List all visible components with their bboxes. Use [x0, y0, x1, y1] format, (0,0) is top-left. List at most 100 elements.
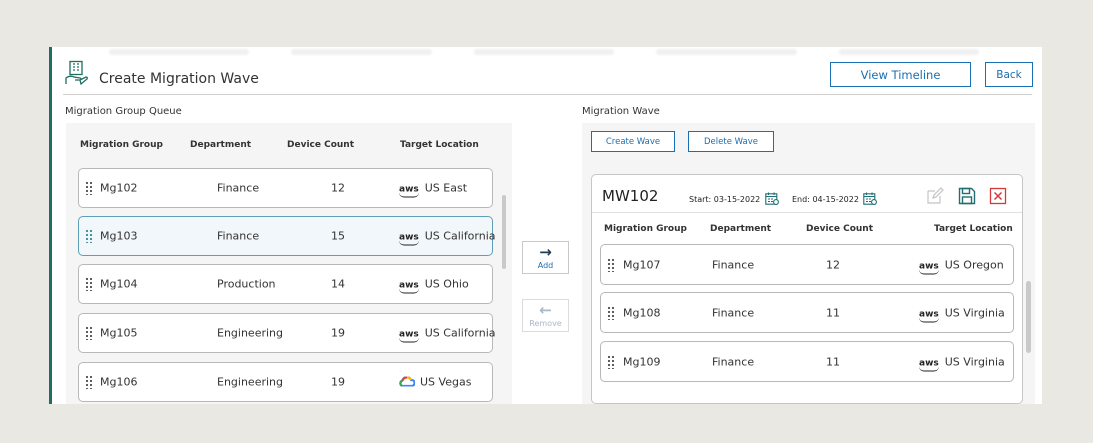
drag-handle-icon[interactable]	[85, 375, 93, 389]
wave-detail-card: MW102 Start: 03-15-2022 End: 04-15-2022	[591, 174, 1023, 404]
wave-section-title: Migration Wave	[582, 106, 660, 117]
wave-start-date: Start: 03-15-2022	[689, 192, 779, 205]
queue-row-location: US Vegas	[399, 376, 471, 389]
close-icon[interactable]	[989, 187, 1007, 205]
page-title: Create Migration Wave	[99, 71, 259, 87]
queue-row-department: Finance	[217, 229, 260, 243]
wave-row[interactable]: Mg108 Finance 11 aws US Virginia	[600, 292, 1014, 333]
wave-row-location: aws US Virginia	[919, 355, 1005, 371]
queue-row[interactable]: Mg102 Finance 12 aws US East	[78, 168, 493, 208]
save-icon[interactable]	[958, 187, 976, 205]
queue-row-location-text: US California	[424, 326, 496, 340]
back-button[interactable]: Back	[985, 62, 1033, 87]
queue-row-count: 19	[331, 326, 345, 340]
queue-row-location: aws US California	[399, 326, 496, 343]
queue-row-group: Mg104	[100, 277, 138, 291]
queue-row[interactable]: Mg104 Production 14 aws US Ohio	[78, 264, 493, 304]
drag-handle-icon[interactable]	[85, 277, 93, 291]
aws-icon: aws	[919, 261, 939, 274]
drag-handle-icon[interactable]	[607, 257, 615, 272]
add-button-label: Add	[537, 261, 554, 270]
queue-row-department: Engineering	[217, 375, 283, 389]
queue-section-title: Migration Group Queue	[65, 106, 182, 117]
wave-row-group: Mg107	[623, 258, 661, 271]
queue-row-department: Finance	[217, 181, 260, 195]
drag-handle-icon[interactable]	[85, 181, 93, 195]
calendar-icon[interactable]	[863, 192, 878, 205]
queue-row-group: Mg102	[100, 181, 138, 195]
drag-handle-icon[interactable]	[607, 354, 615, 369]
add-button[interactable]: → Add	[522, 241, 569, 274]
queue-row-count: 19	[331, 375, 345, 389]
aws-icon: aws	[919, 358, 939, 371]
wave-start-label: Start: 03-15-2022	[689, 195, 761, 204]
queue-row-location-text: US California	[424, 229, 496, 243]
aws-icon: aws	[399, 280, 419, 294]
queue-row[interactable]: Mg103 Finance 15 aws US California	[78, 216, 496, 256]
wave-row-group: Mg108	[623, 306, 661, 319]
drag-handle-icon[interactable]	[85, 326, 93, 340]
queue-row-group: Mg106	[100, 375, 138, 389]
queue-row-department: Engineering	[217, 326, 283, 340]
migration-wave-card: Create Migration Wave View Timeline Back…	[49, 47, 1042, 404]
queue-row-location: aws US California	[399, 229, 496, 246]
building-hand-icon	[65, 60, 88, 86]
arrow-left-icon: ←	[539, 301, 552, 319]
queue-col-location: Target Location	[400, 140, 479, 150]
wave-row[interactable]: Mg109 Finance 11 aws US Virginia	[600, 341, 1014, 382]
queue-row-location-text: US Ohio	[424, 277, 469, 291]
queue-scrollbar[interactable]	[502, 195, 506, 269]
wave-row-group: Mg109	[623, 355, 661, 368]
remove-button[interactable]: ← Remove	[522, 299, 569, 332]
wave-row-location: aws US Virginia	[919, 306, 1005, 322]
wave-row-count: 11	[826, 355, 840, 368]
aws-icon: aws	[919, 309, 939, 322]
queue-row-location: aws US East	[399, 181, 468, 198]
wave-name: MW102	[602, 187, 659, 205]
remove-button-label: Remove	[529, 319, 562, 328]
queue-row-location-text: US East	[424, 181, 468, 195]
drag-handle-icon[interactable]	[607, 305, 615, 320]
wave-header-divider	[592, 212, 1022, 213]
queue-col-group: Migration Group	[80, 140, 163, 150]
create-wave-button[interactable]: Create Wave	[591, 131, 675, 152]
wave-row-location-text: US Virginia	[944, 306, 1005, 319]
wave-col-department: Department	[710, 224, 772, 234]
header-divider	[63, 94, 1032, 95]
wave-row-location-text: US Virginia	[944, 355, 1005, 368]
drag-handle-icon[interactable]	[85, 229, 93, 243]
aws-icon: aws	[399, 329, 419, 343]
delete-wave-button[interactable]: Delete Wave	[688, 131, 774, 152]
wave-row[interactable]: Mg107 Finance 12 aws US Oregon	[600, 244, 1014, 285]
wave-row-count: 11	[826, 306, 840, 319]
queue-row-count: 15	[331, 229, 345, 243]
queue-row-group: Mg103	[100, 229, 138, 243]
wave-row-count: 12	[826, 258, 840, 271]
wave-scrollbar[interactable]	[1026, 281, 1031, 353]
wave-row-department: Finance	[712, 306, 755, 319]
queue-row-count: 14	[331, 277, 345, 291]
wave-col-group: Migration Group	[604, 224, 687, 234]
queue-col-department: Department	[190, 140, 252, 150]
aws-icon: aws	[399, 232, 419, 246]
wave-col-count: Device Count	[806, 224, 874, 234]
edit-icon[interactable]	[926, 187, 944, 205]
wave-row-location: aws US Oregon	[919, 258, 1004, 274]
queue-col-count: Device Count	[287, 140, 355, 150]
queue-row-department: Production	[217, 277, 276, 291]
arrow-right-icon: →	[539, 243, 552, 261]
wave-end-label: End: 04-15-2022	[792, 195, 859, 204]
wave-row-department: Finance	[712, 355, 755, 368]
view-timeline-button[interactable]: View Timeline	[830, 62, 971, 87]
wave-row-department: Finance	[712, 258, 755, 271]
google-cloud-icon	[399, 376, 415, 387]
page-header: Create Migration Wave View Timeline Back	[49, 47, 1042, 97]
queue-row-group: Mg105	[100, 326, 138, 340]
queue-row[interactable]: Mg105 Engineering 19 aws US California	[78, 313, 496, 353]
queue-row[interactable]: Mg106 Engineering 19 US Vegas	[78, 362, 493, 402]
calendar-icon[interactable]	[765, 192, 779, 205]
queue-row-location-text: US Vegas	[420, 375, 472, 389]
aws-icon: aws	[399, 184, 419, 198]
wave-row-location-text: US Oregon	[944, 258, 1004, 271]
wave-col-location: Target Location	[934, 224, 1013, 234]
